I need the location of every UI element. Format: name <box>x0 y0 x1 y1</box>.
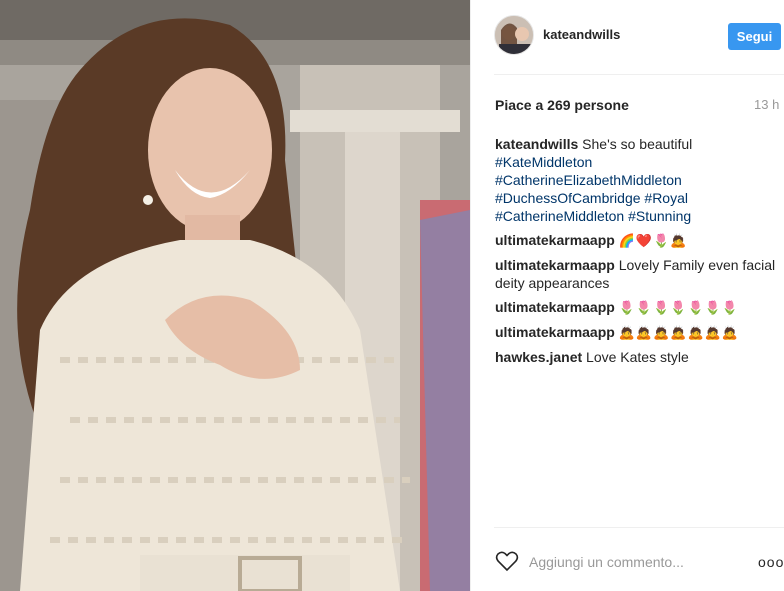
avatar-image <box>495 16 533 54</box>
comment-username[interactable]: ultimatekarmaapp <box>495 232 615 248</box>
caption: kateandwills She's so beautiful #KateMid… <box>495 135 784 225</box>
post-time[interactable]: 13 h <box>754 97 779 112</box>
photo-illustration <box>0 0 470 591</box>
comments-list: kateandwills She's so beautiful #KateMid… <box>495 135 784 372</box>
comment-text: 🌈❤️🌷🙇 <box>618 233 688 248</box>
add-comment-input[interactable] <box>529 552 744 572</box>
follow-button[interactable]: Segui <box>728 23 781 50</box>
avatar[interactable] <box>494 15 534 55</box>
comment-username[interactable]: ultimatekarmaapp <box>495 257 615 273</box>
hashtag-link[interactable]: #CatherineElizabethMiddleton <box>495 172 682 188</box>
more-options-icon[interactable]: ooo <box>758 554 784 570</box>
comment-username[interactable]: ultimatekarmaapp <box>495 299 615 315</box>
comment-text: Love Kates style <box>586 349 689 365</box>
footer-divider <box>494 527 784 528</box>
heart-outline-icon[interactable] <box>495 550 519 572</box>
comment-username[interactable]: ultimatekarmaapp <box>495 324 615 340</box>
hashtag-link[interactable]: #Stunning <box>628 208 691 224</box>
header-divider <box>494 74 784 75</box>
comment-username[interactable]: hawkes.janet <box>495 349 582 365</box>
hashtag-link[interactable]: #DuchessOfCambridge <box>495 190 641 206</box>
likes-count[interactable]: Piace a 269 persone <box>495 97 629 113</box>
post-photo[interactable] <box>0 0 470 591</box>
caption-text: She's so beautiful <box>582 136 693 152</box>
comment-item: hawkes.janet Love Kates style <box>495 348 784 366</box>
caption-username[interactable]: kateandwills <box>495 136 578 152</box>
comment-item: ultimatekarmaapp Lovely Family even faci… <box>495 256 784 292</box>
hashtag-link[interactable]: #KateMiddleton <box>495 154 592 170</box>
comment-item: ultimatekarmaapp 🌈❤️🌷🙇 <box>495 231 784 250</box>
post-username[interactable]: kateandwills <box>543 27 620 42</box>
comment-item: ultimatekarmaapp 🌷🌷🌷🌷🌷🌷🌷 <box>495 298 784 317</box>
post-header: kateandwills Segui <box>471 0 784 74</box>
comment-text: 🌷🌷🌷🌷🌷🌷🌷 <box>618 300 740 315</box>
hashtag-link[interactable]: #Royal <box>644 190 688 206</box>
comment-text: 🙇🙇🙇🙇🙇🙇🙇 <box>618 325 740 340</box>
comment-item: ultimatekarmaapp 🙇🙇🙇🙇🙇🙇🙇 <box>495 323 784 342</box>
hashtag-link[interactable]: #CatherineMiddleton <box>495 208 624 224</box>
post-side-panel: kateandwills Segui Piace a 269 persone 1… <box>471 0 784 591</box>
